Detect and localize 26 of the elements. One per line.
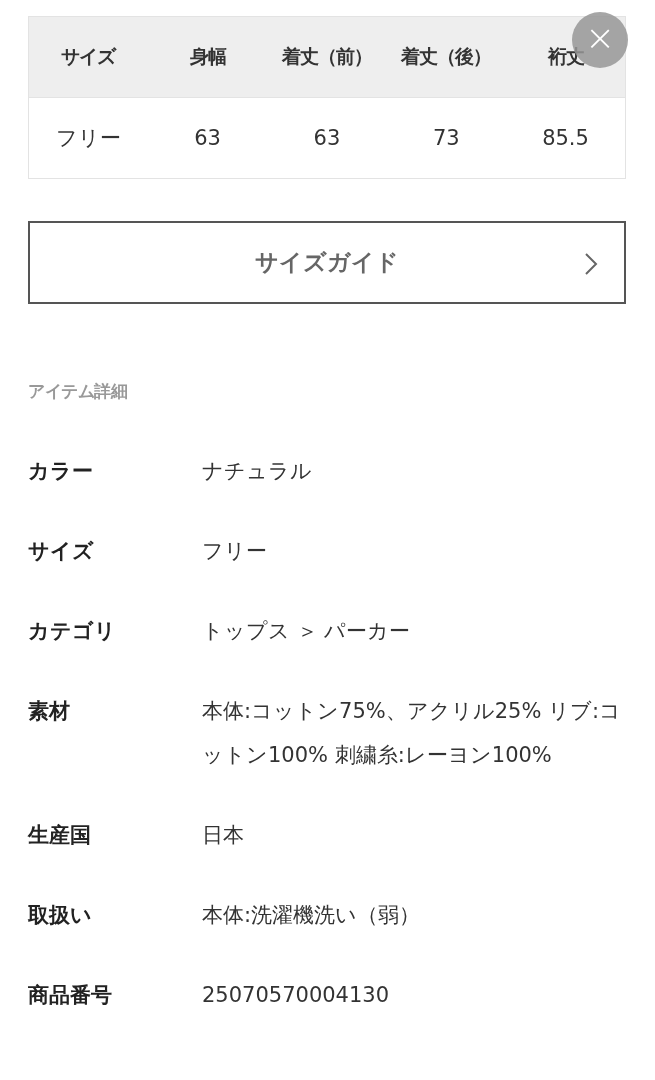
table-cell: 63	[313, 126, 341, 150]
detail-value: フリー	[202, 538, 268, 565]
detail-label: 素材	[28, 698, 71, 725]
detail-label: サイズ	[28, 538, 95, 565]
detail-label: カテゴリ	[28, 618, 117, 645]
detail-value: 日本	[202, 822, 245, 849]
detail-value: 本体:洗濯機洗い（弱）	[202, 902, 422, 929]
column-header: 着丈（前）	[281, 45, 372, 67]
detail-value: ナチュラル	[202, 458, 313, 485]
size-guide-button[interactable]: サイズガイド	[28, 221, 626, 304]
table-cell: 85.5	[542, 126, 589, 150]
detail-label: カラー	[28, 458, 94, 485]
table-cell: フリー	[55, 126, 121, 150]
table-cell: 63	[194, 126, 221, 150]
detail-label: 商品番号	[28, 982, 113, 1009]
detail-value: トップス ＞ パーカー	[202, 618, 412, 645]
detail-label: 取扱い	[28, 902, 93, 929]
column-header: 身幅	[189, 45, 226, 67]
column-header: 着丈（後）	[401, 45, 492, 67]
section-heading: アイテム詳細	[28, 380, 128, 403]
detail-label: 生産国	[28, 822, 92, 849]
table-cell: 73	[433, 126, 460, 150]
column-header: サイズ	[61, 45, 116, 67]
chevron-right-icon	[584, 252, 598, 276]
detail-value: 25070570004130	[202, 982, 391, 1009]
detail-value: 本体:コットン75%、アクリル25% リブ:コットン100% 刺繍糸:レーヨン100%	[202, 698, 623, 769]
